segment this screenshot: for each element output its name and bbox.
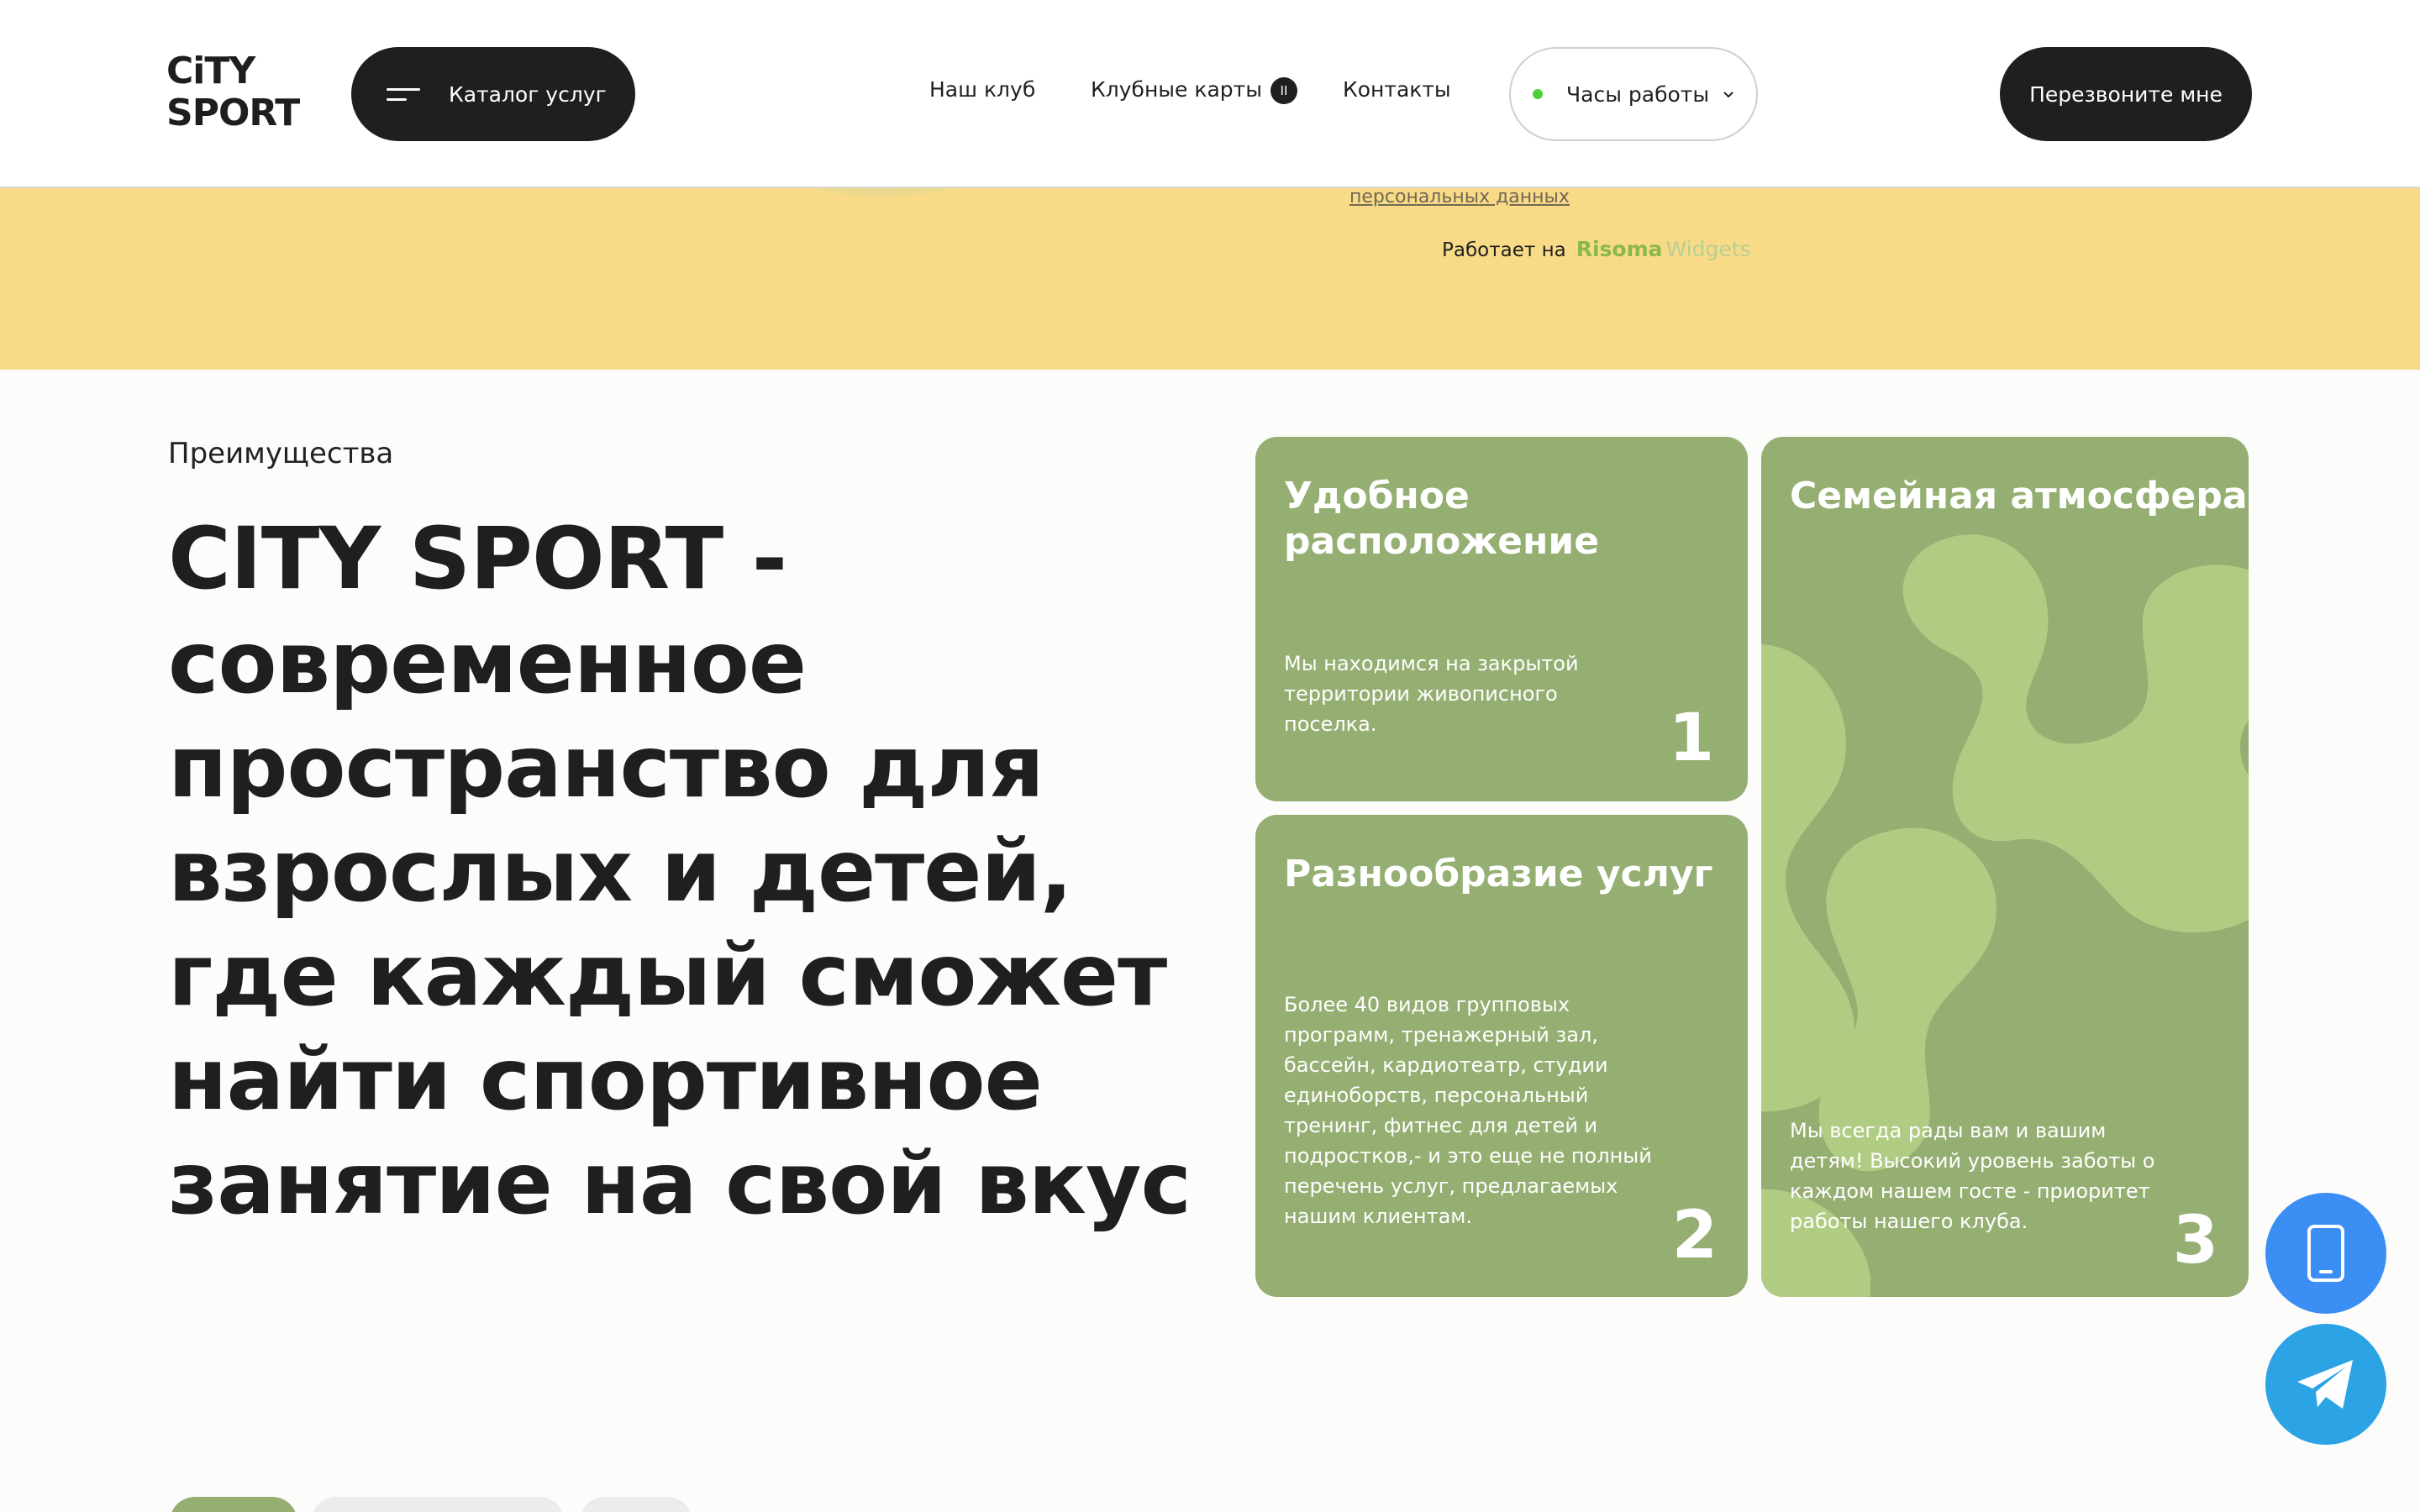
working-hours-label: Часы работы bbox=[1566, 81, 1710, 107]
advantages-headline: CITY SPORT - современное пространство дл… bbox=[168, 507, 1227, 1236]
callback-button-label: Перезвоните мне bbox=[2029, 81, 2223, 107]
widget-band: персональных данных Работает на Risoma W… bbox=[0, 188, 2420, 370]
card-text: Более 40 видов групповых программ, трена… bbox=[1284, 993, 1652, 1228]
phone-icon bbox=[2307, 1225, 2344, 1282]
section-label: Преимущества bbox=[168, 437, 394, 470]
chevron-down-icon bbox=[1723, 92, 1733, 98]
headline-first-line: CITY SPORT - bbox=[168, 509, 787, 609]
catalog-button[interactable]: Каталог услуг bbox=[351, 47, 635, 141]
card-number: 1 bbox=[1668, 701, 1714, 776]
card-title: Удобное расположение bbox=[1284, 475, 1600, 563]
tab-hint-3[interactable] bbox=[580, 1497, 692, 1512]
card-number: 3 bbox=[2172, 1203, 2218, 1278]
club-cards-badge: II bbox=[1270, 77, 1297, 104]
catalog-button-label: Каталог услуг bbox=[449, 81, 607, 107]
telegram-icon bbox=[2297, 1360, 2353, 1409]
advantage-card-location: Удобное расположение Мы находимся на зак… bbox=[1255, 437, 1748, 801]
widgets-word: Widgets bbox=[1665, 237, 1751, 261]
card-text: Мы всегда рады вам и вашим детям! Высоки… bbox=[1790, 1119, 2155, 1233]
burger-icon bbox=[387, 85, 420, 103]
tab-hint-1[interactable] bbox=[170, 1497, 297, 1512]
card-title: Семейная атмосфера bbox=[1790, 475, 2248, 517]
powered-by-label: Работает на bbox=[1442, 239, 1566, 261]
card-text: Мы находимся на закрытой территории живо… bbox=[1284, 652, 1579, 736]
callback-button[interactable]: Перезвоните мне bbox=[2000, 47, 2252, 141]
powered-by[interactable]: Работает на Risoma Widgets bbox=[1442, 237, 1751, 261]
nav-our-club[interactable]: Наш клуб bbox=[929, 77, 1035, 102]
card-number: 2 bbox=[1671, 1198, 1718, 1273]
nav-contacts[interactable]: Контакты bbox=[1343, 77, 1451, 102]
telegram-button[interactable] bbox=[2265, 1324, 2386, 1445]
logo-line-2: SPORT bbox=[166, 92, 300, 134]
site-header: CiTY SPORT Каталог услуг Наш клуб Клубны… bbox=[0, 0, 2420, 188]
risoma-brand: Risoma bbox=[1576, 237, 1663, 261]
privacy-link[interactable]: персональных данных bbox=[1349, 188, 1570, 207]
advantage-card-services: Разнообразие услуг Более 40 видов группо… bbox=[1255, 815, 1748, 1297]
nav-club-cards-label: Клубные карты bbox=[1091, 77, 1262, 102]
headline-rest: современное пространство для взрослых и … bbox=[168, 613, 1192, 1234]
advantage-card-family: Семейная атмосфера Мы всегда рады вам и … bbox=[1761, 437, 2249, 1297]
logo-line-1: CiTY bbox=[166, 50, 255, 92]
nav-club-cards[interactable]: Клубные карты II bbox=[1091, 77, 1297, 104]
card-title: Разнообразие услуг bbox=[1284, 853, 1713, 895]
phone-button[interactable] bbox=[2265, 1193, 2386, 1314]
decorative-blob bbox=[756, 188, 1008, 197]
working-hours-dropdown[interactable]: Часы работы bbox=[1509, 47, 1758, 141]
city-sport-logo[interactable]: CiTY SPORT bbox=[166, 50, 304, 141]
tab-hint-2[interactable] bbox=[311, 1497, 565, 1512]
green-dot-icon bbox=[1533, 89, 1543, 99]
